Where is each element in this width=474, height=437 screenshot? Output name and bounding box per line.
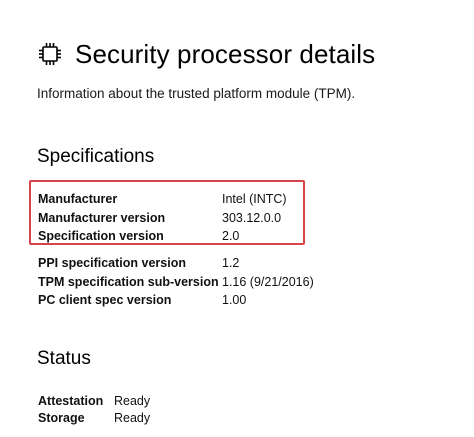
spec-key: Manufacturer version (38, 210, 166, 225)
status-key: Attestation (38, 393, 104, 408)
spec-key: PPI specification version (38, 256, 186, 271)
spec-row-ppi-specification-version: PPI specification version 1.2 (38, 254, 314, 273)
spec-row-tpm-specification-sub-version: TPM specification sub-version 1.16 (9/21… (38, 273, 314, 292)
status-list: Attestation Ready Storage Ready (38, 392, 150, 427)
spec-value: Intel (INTC) (222, 192, 287, 207)
spec-key: PC client spec version (38, 293, 172, 308)
spec-value: 1.2 (222, 256, 240, 271)
spec-key: Specification version (38, 229, 164, 244)
spec-row-manufacturer-version: Manufacturer version 303.12.0.0 (38, 209, 287, 228)
processor-chip-icon (39, 43, 61, 65)
status-row-storage: Storage Ready (38, 410, 150, 428)
page-header: Security processor details (37, 38, 375, 70)
spec-key: TPM specification sub-version (38, 274, 219, 289)
spec-value: 2.0 (222, 229, 240, 244)
status-heading: Status (37, 348, 91, 369)
status-value: Ready (114, 411, 151, 426)
spec-row-manufacturer: Manufacturer Intel (INTC) (38, 190, 287, 209)
spec-key: Manufacturer (38, 192, 118, 207)
spec-value: 303.12.0.0 (222, 210, 282, 225)
spec-row-pc-client-spec-version: PC client spec version 1.00 (38, 291, 314, 310)
spec-value: 1.00 (222, 293, 247, 308)
specifications-other-list: PPI specification version 1.2 TPM specif… (38, 254, 314, 310)
security-processor-details-page: Security processor details Information a… (0, 0, 474, 437)
page-title: Security processor details (75, 39, 376, 69)
specifications-highlighted-list: Manufacturer Intel (INTC) Manufacturer v… (38, 190, 287, 246)
status-key: Storage (38, 411, 85, 426)
status-row-attestation: Attestation Ready (38, 392, 150, 410)
status-value: Ready (114, 393, 151, 408)
spec-row-specification-version: Specification version 2.0 (38, 227, 287, 246)
specifications-heading: Specifications (37, 146, 155, 167)
spec-value: 1.16 (9/21/2016) (222, 274, 314, 289)
page-subtitle: Information about the trusted platform m… (37, 86, 356, 101)
